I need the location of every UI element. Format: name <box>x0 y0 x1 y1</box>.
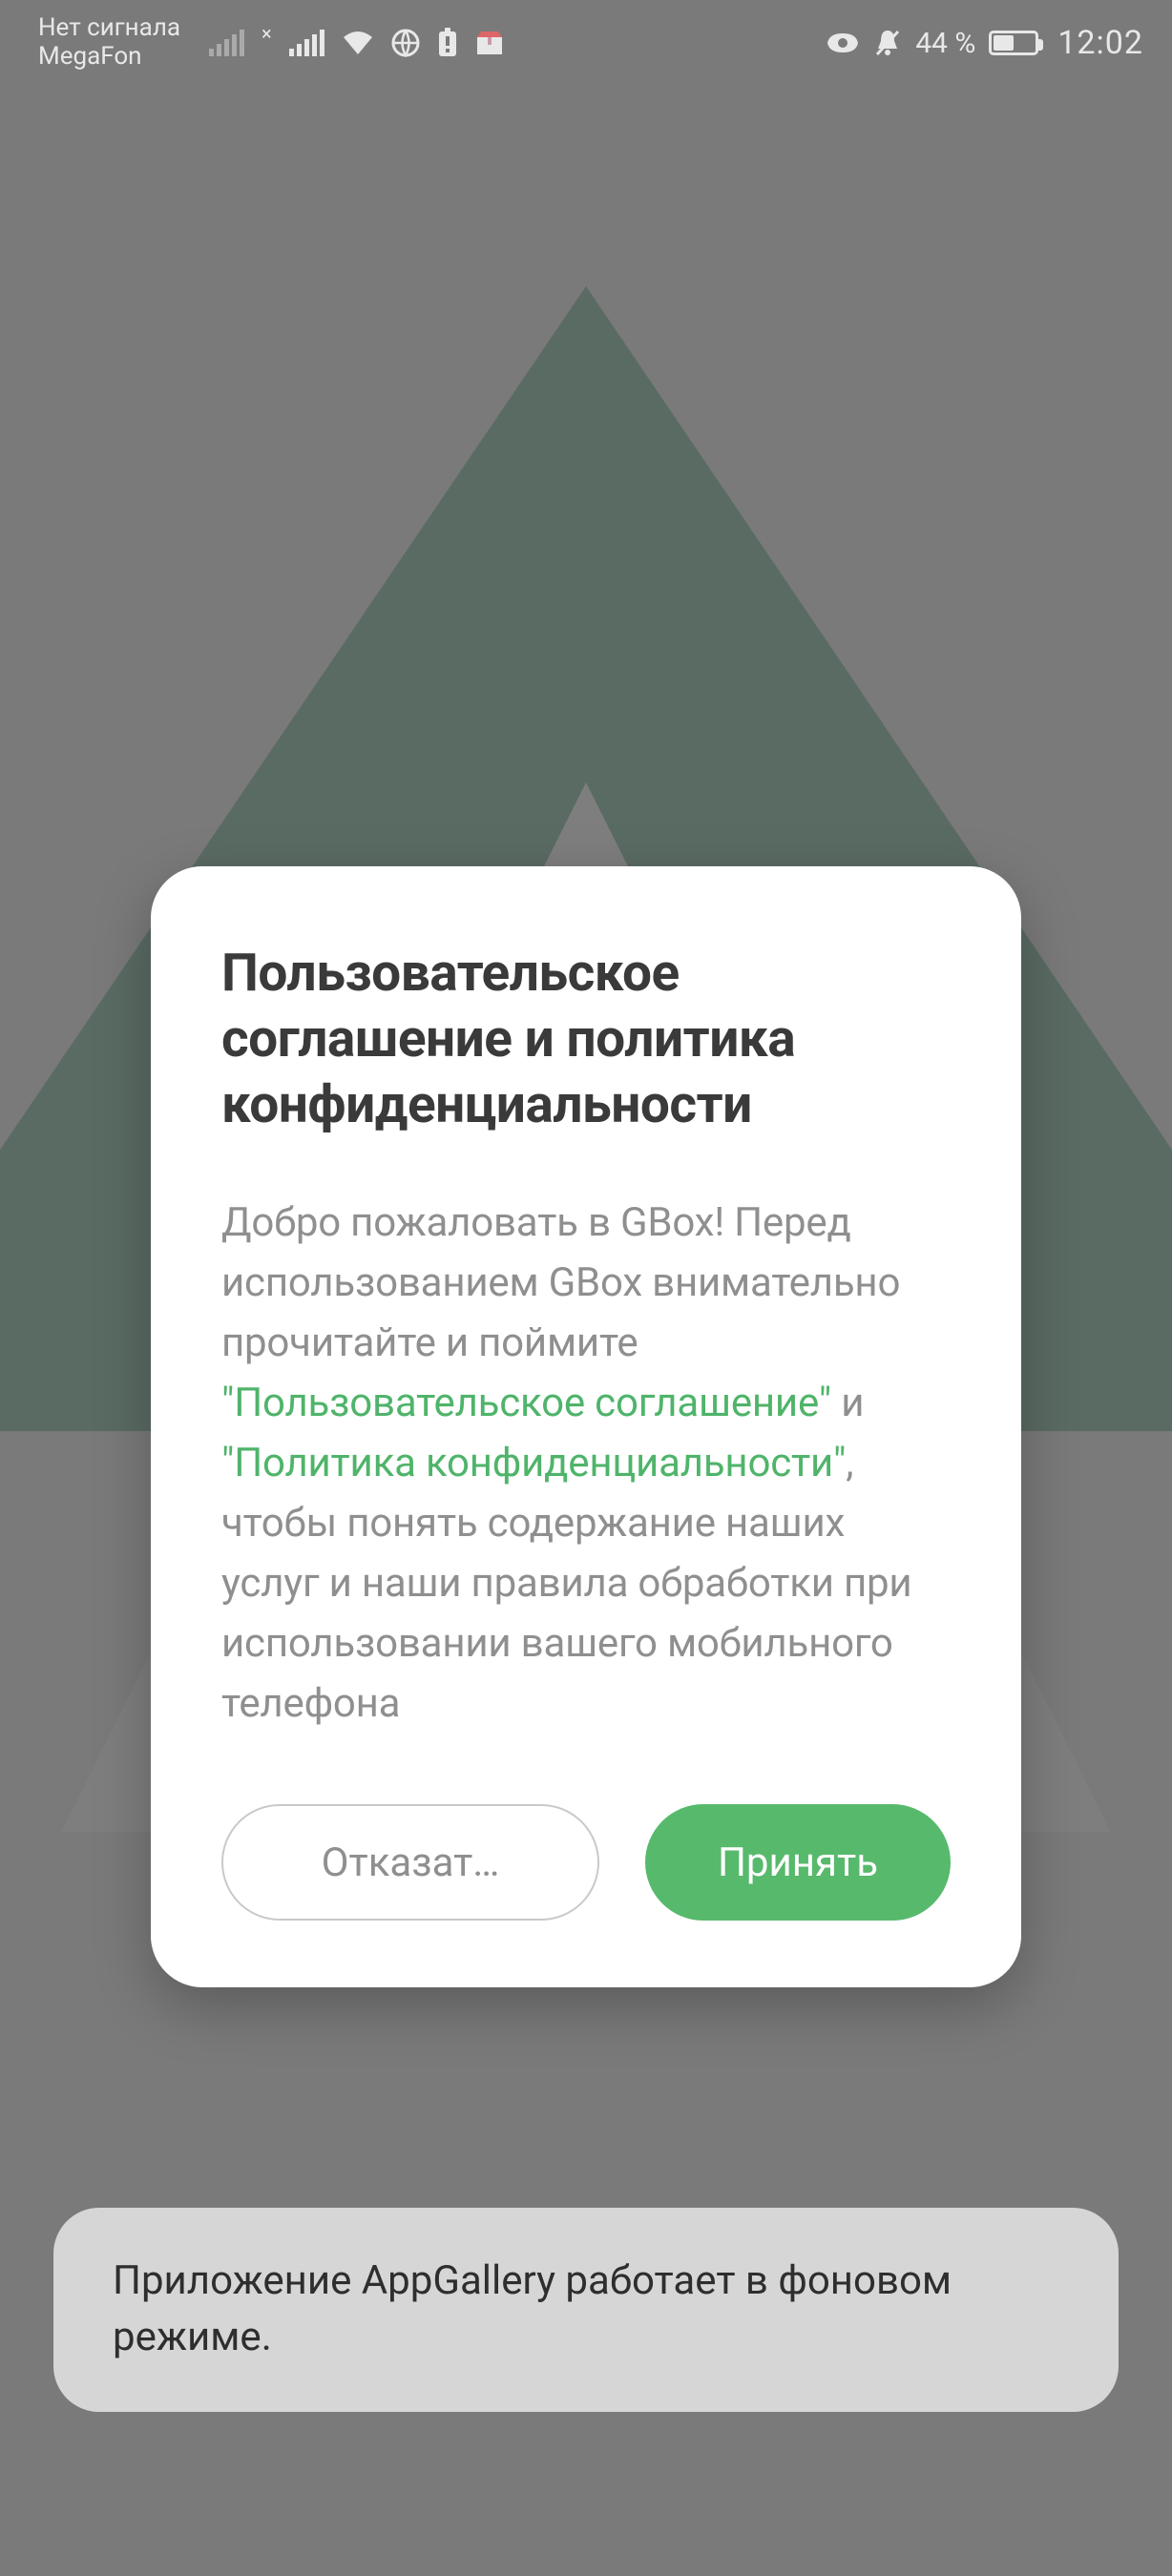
battery-alert-icon <box>437 28 458 58</box>
user-agreement-link[interactable]: "Пользовательское соглашение" <box>221 1380 831 1426</box>
status-bar: Нет сигнала MegaFon × <box>0 0 1172 86</box>
carrier-line2: MegaFon <box>38 43 180 72</box>
decline-button[interactable]: Отказат… <box>221 1804 599 1921</box>
dialog-body: Добро пожаловать в GBox! Перед использов… <box>221 1193 951 1734</box>
status-right: 44 % 12:02 <box>826 24 1143 62</box>
dialog-title: Пользовательское соглашение и политика к… <box>221 941 951 1137</box>
battery-icon <box>989 31 1038 55</box>
signal-strong-icon <box>289 30 324 56</box>
battery-percent: 44 % <box>915 27 975 60</box>
status-icons-left: × <box>209 28 504 58</box>
clock: 12:02 <box>1057 24 1143 62</box>
dialog-buttons: Отказат… Принять <box>221 1804 951 1921</box>
signal-x-icon: × <box>262 22 272 45</box>
carrier-label: Нет сигнала MegaFon <box>38 14 180 72</box>
globe-icon <box>391 29 420 57</box>
dialog-text-pre: Добро пожаловать в GBox! Перед использов… <box>221 1199 900 1366</box>
eye-icon <box>826 31 860 54</box>
accept-button-label: Принять <box>718 1839 878 1886</box>
signal-weak-icon <box>209 30 244 56</box>
accept-button[interactable]: Принять <box>645 1804 951 1921</box>
carrier-line1: Нет сигнала <box>38 14 180 43</box>
toast-text: Приложение AppGallery работает в фоновом… <box>113 2257 952 2360</box>
background-app-toast: Приложение AppGallery работает в фоновом… <box>53 2208 1119 2412</box>
package-icon <box>475 30 504 56</box>
decline-button-label: Отказат… <box>322 1839 500 1886</box>
status-left: Нет сигнала MegaFon × <box>38 14 504 72</box>
privacy-policy-link[interactable]: "Политика конфиденциальности" <box>221 1440 846 1486</box>
bell-mute-icon <box>873 28 902 58</box>
agreement-dialog: Пользовательское соглашение и политика к… <box>151 866 1021 1987</box>
dialog-text-and: и <box>831 1380 864 1426</box>
wifi-icon <box>342 30 374 56</box>
